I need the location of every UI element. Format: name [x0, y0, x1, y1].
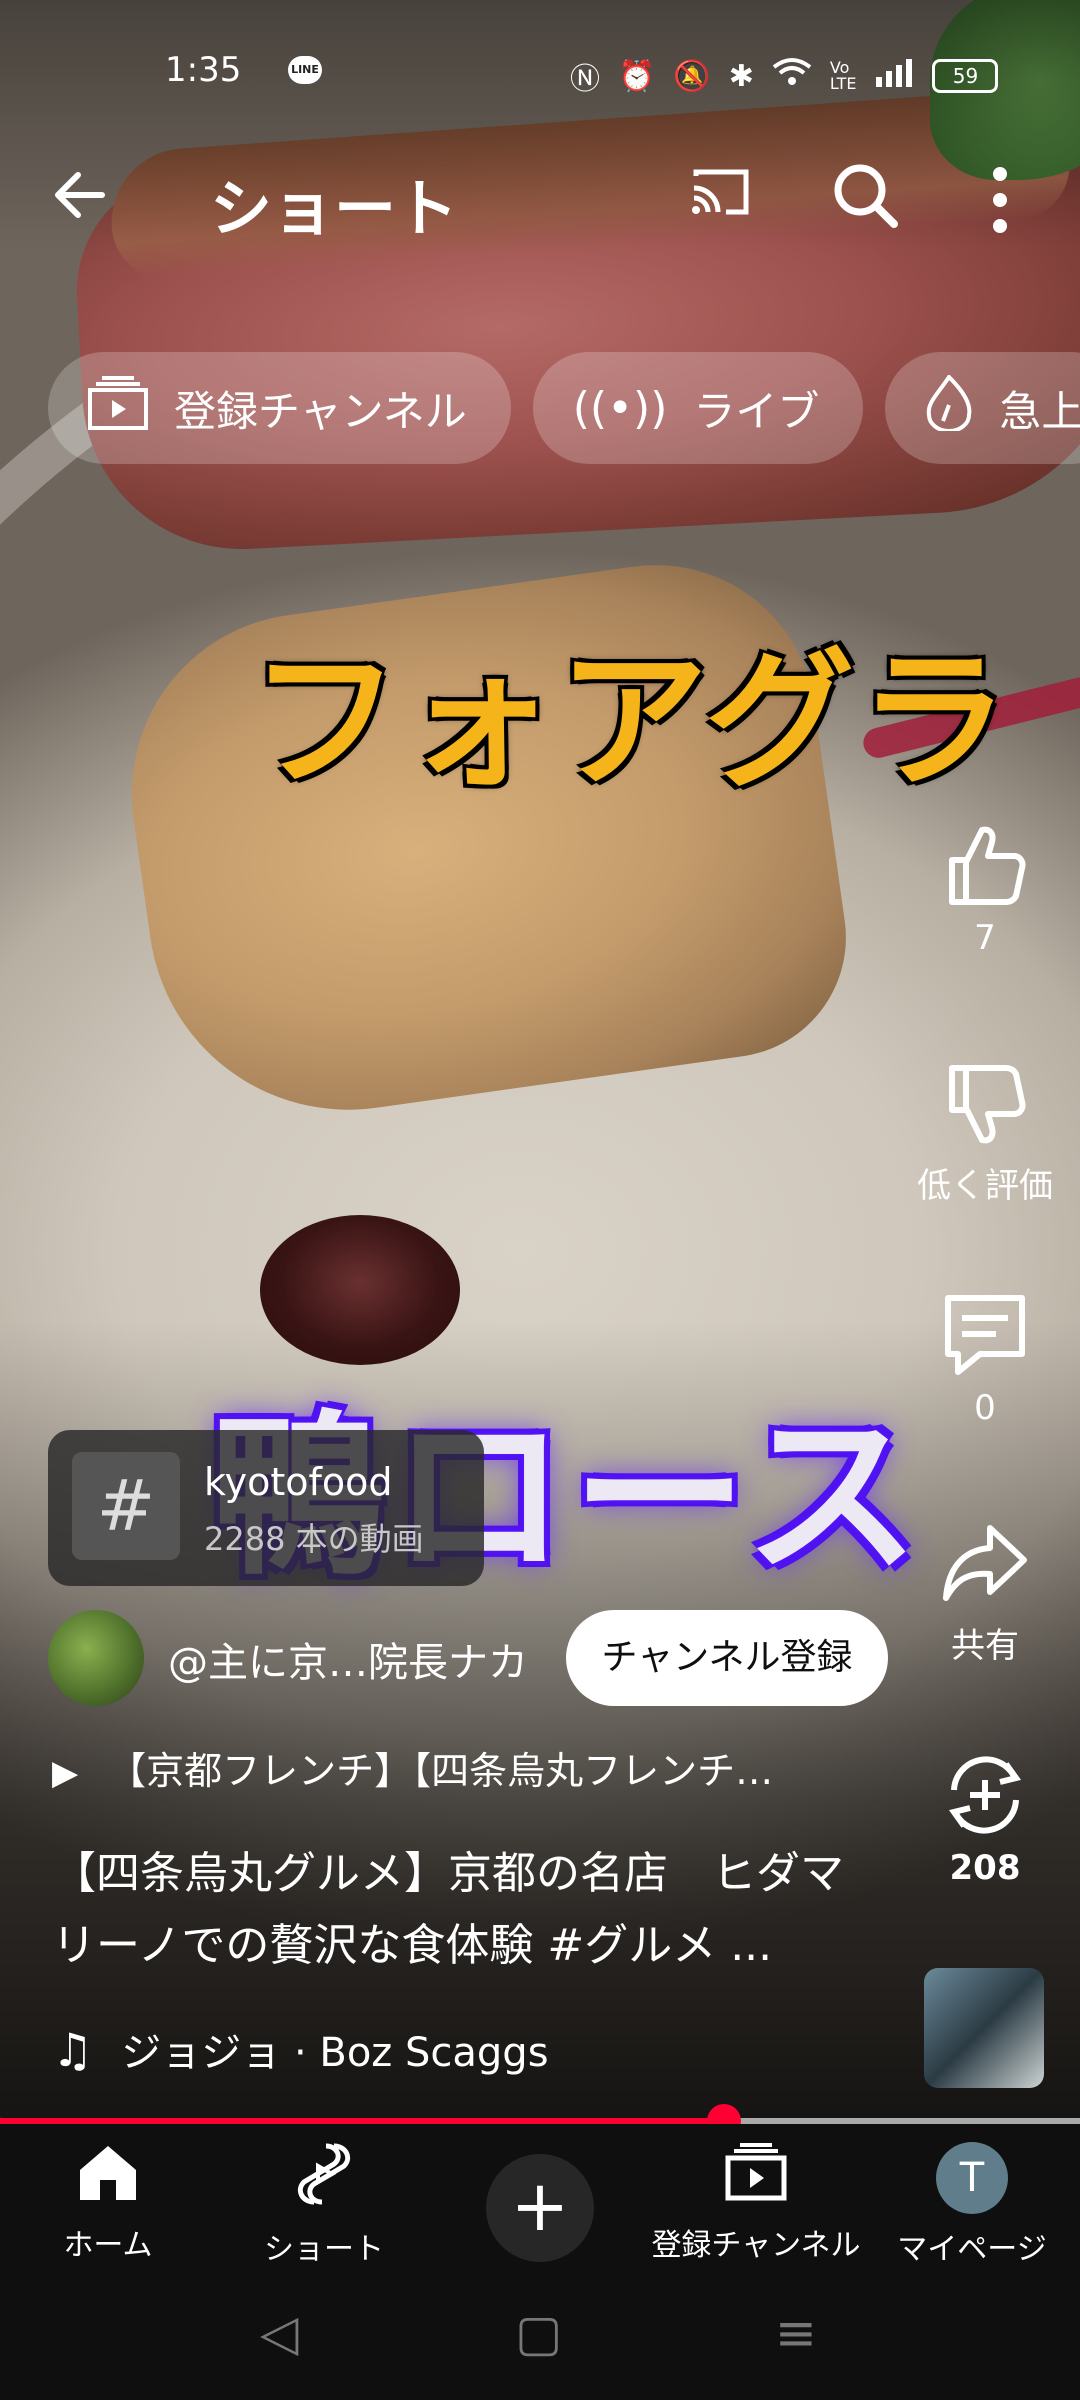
like-button[interactable]: 7: [890, 820, 1080, 958]
cast-icon[interactable]: [690, 168, 750, 216]
playlist-title: 【京都フレンチ】【四条烏丸フレンチ…: [108, 1749, 774, 1793]
subscribe-button[interactable]: チャンネル登録: [566, 1610, 888, 1706]
status-bar: 1:35 LINE Ⓝ ⏰ 🔕 ✱ Vo LTE 59: [0, 40, 1080, 100]
app-bar: ショート: [0, 150, 1080, 250]
chip-subscriptions[interactable]: 登録チャンネル: [48, 352, 511, 464]
music-link[interactable]: ♫ ジョジョ · Boz Scaggs: [52, 2020, 549, 2078]
user-avatar: T: [936, 2142, 1008, 2214]
search-icon[interactable]: [830, 160, 900, 230]
page-title: ショート: [210, 172, 459, 245]
nfc-icon: Ⓝ: [570, 62, 600, 97]
filter-chips: 登録チャンネル ((•)) ライブ 急上: [48, 352, 1080, 464]
chip-trending[interactable]: 急上: [885, 352, 1080, 464]
play-icon: ▶: [52, 1753, 79, 1793]
nav-shorts-label: ショート: [264, 2232, 384, 2267]
volte-icon: Vo LTE: [829, 58, 857, 93]
video-description[interactable]: 【四条烏丸グルメ】京都の名店 ヒダマリーノでの贅沢な食体験 #グルメ ...: [52, 1838, 882, 1982]
remix-count: 208: [949, 1848, 1021, 1888]
thumbs-up-icon: [949, 826, 1026, 905]
video-caption-top: フォアグラ: [250, 635, 1013, 809]
status-time: 1:35: [165, 50, 242, 90]
nav-mypage[interactable]: T マイページ: [864, 2142, 1080, 2268]
chip-label: 急上: [999, 386, 1080, 436]
line-app-icon: LINE: [288, 56, 322, 84]
playlist-link[interactable]: ▶ 【京都フレンチ】【四条烏丸フレンチ…: [52, 1740, 773, 1795]
subscriptions-icon: [725, 2143, 787, 2201]
share-button[interactable]: 共有: [890, 1520, 1080, 1667]
nav-home[interactable]: ホーム: [0, 2142, 216, 2264]
nav-home-label: ホーム: [63, 2228, 153, 2263]
system-icons: Ⓝ ⏰ 🔕 ✱ Vo LTE 59: [570, 54, 999, 98]
trending-icon: [925, 373, 973, 442]
live-icon: ((•)): [572, 382, 668, 434]
system-back-icon[interactable]: ◁: [260, 2304, 298, 2362]
hashtag-name: kyotofood: [204, 1460, 393, 1504]
hashtag-panel[interactable]: # kyotofood 2288 本の動画: [48, 1430, 484, 1586]
hashtag-icon: #: [72, 1452, 180, 1560]
signal-icon: [874, 57, 914, 95]
share-icon: [943, 1525, 1027, 1601]
channel-avatar[interactable]: [48, 1610, 144, 1706]
dislike-label: 低く評価: [917, 1166, 1053, 1206]
channel-handle[interactable]: @主に京…院長ナカ: [168, 1630, 528, 1688]
shorts-icon: [297, 2143, 351, 2205]
thumbs-down-icon: [949, 1065, 1026, 1144]
music-title: ジョジョ · Boz Scaggs: [121, 2030, 549, 2076]
nav-subscriptions[interactable]: 登録チャンネル: [648, 2142, 864, 2264]
system-navigation: ◁ ▢ ≡: [0, 2274, 1080, 2400]
system-home-icon[interactable]: ▢: [515, 2304, 562, 2362]
chip-live[interactable]: ((•)) ライブ: [532, 352, 864, 464]
dislike-button[interactable]: 低く評価: [890, 1060, 1080, 1207]
wifi-icon: [772, 57, 812, 95]
alarm-icon: ⏰: [618, 58, 656, 94]
system-recents-icon[interactable]: ≡: [775, 2304, 817, 2362]
home-icon: [80, 2146, 136, 2200]
create-button[interactable]: +: [486, 2154, 594, 2262]
like-count: 7: [974, 918, 996, 958]
mute-icon: 🔕: [673, 58, 711, 94]
more-options-icon[interactable]: [985, 160, 1015, 240]
battery-icon: 59: [932, 59, 999, 93]
back-arrow-icon[interactable]: [50, 165, 110, 236]
share-label: 共有: [951, 1626, 1019, 1666]
chip-label: 登録チャンネル: [174, 386, 467, 436]
comment-icon: [945, 1295, 1025, 1375]
subscriptions-icon: [88, 375, 148, 441]
bottom-nav: ホーム ショート + 登録チャンネル T マイページ: [0, 2124, 1080, 2274]
bluetooth-icon: ✱: [728, 58, 754, 94]
chip-label: ライブ: [693, 386, 820, 436]
comment-count: 0: [974, 1388, 996, 1428]
nav-subscriptions-label: 登録チャンネル: [651, 2228, 861, 2263]
music-thumbnail[interactable]: [924, 1968, 1044, 2088]
remix-button[interactable]: 208: [890, 1750, 1080, 1888]
hashtag-video-count: 2288 本の動画: [204, 1520, 424, 1558]
nav-shorts[interactable]: ショート: [216, 2142, 432, 2268]
nav-mypage-label: マイページ: [897, 2232, 1047, 2267]
music-note-icon: ♫: [52, 2023, 94, 2077]
comment-button[interactable]: 0: [890, 1290, 1080, 1428]
remix-icon: [948, 1756, 1022, 1834]
